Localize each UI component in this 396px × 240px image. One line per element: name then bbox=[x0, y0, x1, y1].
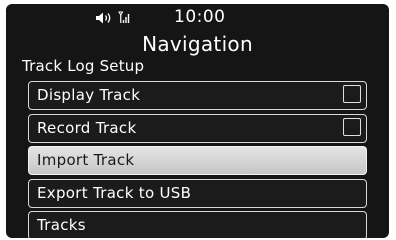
page-title: Navigation bbox=[142, 32, 253, 56]
menu-item-tracks[interactable]: Tracks bbox=[28, 211, 367, 238]
menu-item-label: Display Track bbox=[37, 86, 141, 104]
menu-item-record-track[interactable]: Record Track bbox=[28, 113, 367, 143]
menu-item-display-track[interactable]: Display Track bbox=[28, 81, 367, 110]
menu-item-export-track-to-usb[interactable]: Export Track to USB bbox=[28, 178, 367, 208]
menu-item-label: Export Track to USB bbox=[37, 183, 192, 202]
status-bar: 10:00 bbox=[6, 4, 389, 32]
clock: 10:00 bbox=[174, 7, 226, 27]
speaker-icon bbox=[96, 12, 111, 24]
menu-item-label: Record Track bbox=[37, 118, 137, 137]
navigation-screen: 10:00 Navigation Track Log Setup Display… bbox=[6, 4, 389, 238]
menu-item-label: Import Track bbox=[37, 151, 135, 169]
menu-item-label: Tracks bbox=[37, 216, 86, 234]
record-track-checkbox[interactable] bbox=[343, 117, 361, 136]
track-log-menu: Display Track Record Track Import Track … bbox=[28, 81, 367, 238]
display-track-checkbox[interactable] bbox=[343, 85, 361, 103]
menu-item-import-track[interactable]: Import Track bbox=[28, 146, 367, 175]
section-subtitle: Track Log Setup bbox=[22, 57, 145, 75]
signal-icon bbox=[118, 11, 130, 23]
